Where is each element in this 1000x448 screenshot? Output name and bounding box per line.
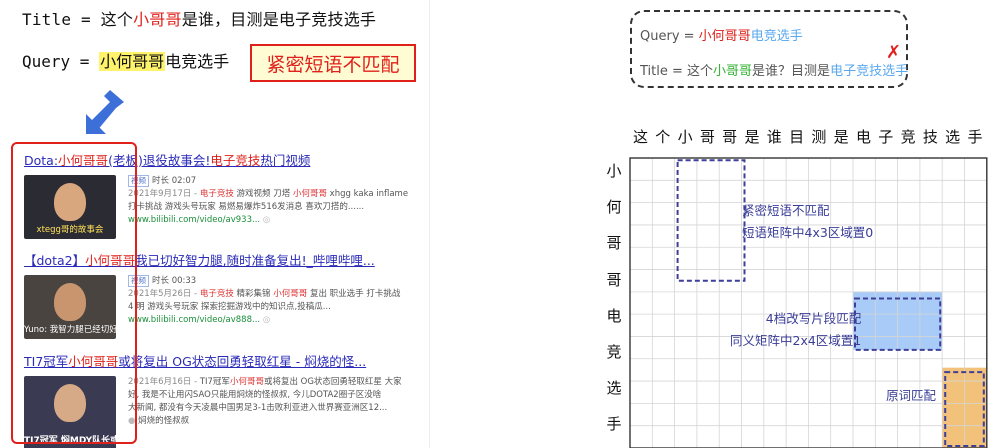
video-badge: 视频 [128,175,149,187]
query-prefix: Query = [22,52,100,71]
title-prefix: Title = [22,10,101,29]
title-after: 是谁，目测是电子竞技选手 [181,10,377,29]
video-badge: 视频 [128,275,149,287]
person-image [54,183,86,221]
search-result[interactable]: Dota:小何哥哥(老板)退役故事会!电子竞技热门视频 xtegg哥的故事会 视… [24,150,414,243]
query-line: Query = 小何哥哥电竞选手 [22,48,229,72]
annotation-rewrite-match: 4档改写片段匹配 同义矩阵中2x4区域置1 [730,311,862,348]
title-before: 这个 [100,10,134,29]
duration: 时长 02:07 [152,176,197,186]
person-image [54,283,86,321]
duration: 时长 00:33 [152,276,197,286]
query-after: 电竞选手 [165,52,230,71]
search-result[interactable]: TI7冠军小何哥哥或将复出 OG状态回勇轻取红星 - 焖烧的怪... TI7冠军… [24,351,414,448]
result-url[interactable]: www.bilibili.com/video/av933... [128,215,260,225]
mismatch-label: 紧密短语不匹配 [250,44,416,82]
thumbnail-caption: Yuno: 我智力腿已经切好了 [24,325,116,335]
search-result[interactable]: 【dota2】小何哥哥我已切好智力腿,随时准备复出!_哔哩哔哩... Yuno:… [24,250,414,343]
page: Title = 这个小哥哥是谁，目测是电子竞技选手 Query = 小何哥哥电竞… [0,0,1000,448]
result-meta: 视频 时长 02:07 2021年9月17日 - 电子竞技 游戏视频 刀塔 小何哥… [128,175,418,227]
person-image [54,384,86,422]
right-panel: Query = 小何哥哥电竞选手 Title = 这个小哥哥是谁？目测是电子竞技… [570,0,1000,448]
annotation-phrase-mismatch: 紧密短语不匹配 短语矩阵中4x3区域置0 [742,203,874,240]
result-meta: 2021年6月16日 - TI7冠军小何哥哥或将复出 OG状态回勇轻取红星 大家… [128,376,418,428]
video-thumbnail[interactable]: Yuno: 我智力腿已经切好了 [24,275,116,339]
info-icon: ◎ [262,315,271,325]
thumbnail-caption: TI7冠军 焖MDY队长或将复出 [24,436,116,446]
video-thumbnail[interactable]: xtegg哥的故事会 [24,175,116,239]
title-hit: 小哥哥 [133,10,182,29]
info-icon: ◎ [262,215,271,225]
left-panel: Title = 这个小哥哥是谁，目测是电子竞技选手 Query = 小何哥哥电竞… [0,0,430,448]
result-snippet: 好, 我是不让用闪SAO只能用焖烧的怪叔叔, 今儿DOTA2圈子区没啥 [128,390,382,400]
result-snippet: 打卡挑战 游戏头号玩家 易燃易爆炸516发消息 喜欢刀搭的...... [128,202,365,212]
result-title-link[interactable]: TI7冠军小何哥哥或将复出 OG状态回勇轻取红星 - 焖烧的怪... [24,351,414,370]
query-hit: 小何哥哥 [99,52,166,71]
result-snippet: 4 明 游戏头号玩家 探索挖掘游戏中的知识点,投稿瓜... [128,302,331,312]
result-meta: 视频 时长 00:33 2021年5月26日 - 电子竞技 精彩集锦 小何哥哥 复… [128,275,418,327]
result-url[interactable]: www.bilibili.com/video/av888... [128,315,260,325]
author-name[interactable]: 焖烧的怪叔叔 [138,416,189,426]
phrase-mismatch-region [676,159,746,282]
title-line: Title = 这个小哥哥是谁，目测是电子竞技选手 [22,6,376,30]
annotation-exact-match: 原词匹配 [886,388,937,403]
arrow-down-icon [86,90,124,134]
thumbnail-caption: xtegg哥的故事会 [36,225,104,235]
result-title-link[interactable]: Dota:小何哥哥(老板)退役故事会!电子竞技热门视频 [24,150,414,169]
video-thumbnail[interactable]: TI7冠军 焖MDY队长或将复出 [24,376,116,448]
avatar: ● [128,416,136,426]
result-snippet: 大新闻, 都没有今天凌晨中国男足3-1击败利亚进入世界赛亚洲区12... [128,403,388,413]
result-title-link[interactable]: 【dota2】小何哥哥我已切好智力腿,随时准备复出!_哔哩哔哩... [24,250,414,269]
